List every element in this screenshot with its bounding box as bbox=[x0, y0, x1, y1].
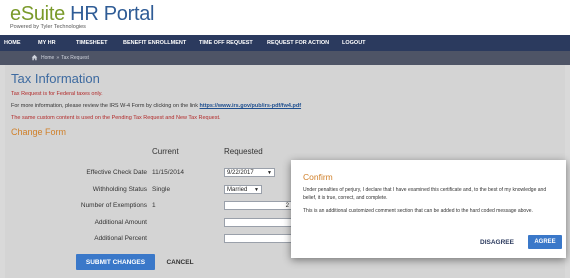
breadcrumb-current: Tax Request bbox=[61, 55, 89, 61]
effective-check-date-select[interactable]: 9/22/2017 ▼ bbox=[224, 168, 275, 177]
column-requested: Requested bbox=[224, 147, 263, 156]
federal-notice: Tax Request is for Federal taxes only. bbox=[11, 91, 103, 97]
section-title: Change Form bbox=[11, 127, 67, 137]
nav-logout[interactable]: LOGOUT bbox=[342, 40, 366, 46]
dialog-title: Confirm bbox=[303, 172, 333, 182]
info-text: For more information, please review the … bbox=[11, 103, 200, 109]
column-current: Current bbox=[152, 147, 179, 156]
effective-check-date-value: 9/22/2017 bbox=[227, 169, 254, 176]
nav-request-for-action[interactable]: REQUEST FOR ACTION bbox=[267, 40, 329, 46]
page-title: Tax Information bbox=[11, 71, 100, 86]
logo[interactable]: eSuite HR Portal Powered by Tyler Techno… bbox=[10, 4, 154, 31]
chevron-down-icon: ▼ bbox=[254, 186, 259, 193]
additional-percent-label: Additional Percent bbox=[94, 235, 147, 242]
submit-changes-button[interactable]: SUBMIT CHANGES bbox=[76, 254, 155, 270]
exemptions-current: 1 bbox=[152, 202, 156, 209]
withholding-status-label: Withholding Status bbox=[92, 186, 147, 193]
agree-button[interactable]: AGREE bbox=[528, 235, 562, 249]
withholding-status-value: Married bbox=[227, 186, 248, 193]
header: eSuite HR Portal Powered by Tyler Techno… bbox=[0, 0, 570, 35]
additional-percent-input[interactable] bbox=[224, 234, 292, 243]
nav-time-off-request[interactable]: TIME OFF REQUEST bbox=[199, 40, 253, 46]
nav-home[interactable]: HOME bbox=[4, 40, 21, 46]
additional-amount-input[interactable] bbox=[224, 218, 292, 227]
withholding-status-select[interactable]: Married ▼ bbox=[224, 185, 262, 194]
nav-benefit-enrollment[interactable]: BENEFIT ENROLLMENT bbox=[123, 40, 186, 46]
breadcrumb-trail: Home» Tax Request bbox=[41, 55, 89, 61]
custom-notice: The same custom content is used on the P… bbox=[11, 115, 221, 121]
logo-title: eSuite HR Portal bbox=[10, 3, 155, 25]
dialog-declaration: Under penalties of perjury, I declare th… bbox=[303, 187, 547, 201]
effective-check-date-label: Effective Check Date bbox=[86, 169, 147, 176]
effective-check-date-current: 11/15/2014 bbox=[152, 169, 185, 176]
info-message: For more information, please review the … bbox=[11, 103, 301, 109]
powered-by: Powered by Tyler Technologies bbox=[10, 24, 86, 30]
main-nav: HOME MY HR TIMESHEET BENEFIT ENROLLMENT … bbox=[0, 35, 570, 51]
irs-form-link[interactable]: https://www.irs.gov/pub/irs-pdf/fw4.pdf bbox=[200, 103, 302, 109]
disagree-button[interactable]: DISAGREE bbox=[479, 235, 515, 249]
breadcrumb-separator: » bbox=[56, 55, 60, 61]
breadcrumb: Home» Tax Request bbox=[0, 51, 570, 65]
home-icon[interactable] bbox=[31, 54, 38, 61]
confirm-dialog: Confirm Under penalties of perjury, I de… bbox=[291, 160, 566, 258]
dialog-custom-comment: This is an additional customized comment… bbox=[303, 208, 533, 214]
withholding-status-current: Single bbox=[152, 186, 171, 193]
nav-timesheet[interactable]: TIMESHEET bbox=[76, 40, 107, 46]
breadcrumb-home[interactable]: Home bbox=[41, 55, 54, 61]
cancel-button[interactable]: CANCEL bbox=[161, 254, 199, 270]
nav-my-hr[interactable]: MY HR bbox=[38, 40, 56, 46]
additional-amount-label: Additional Amount bbox=[94, 219, 147, 226]
exemptions-input[interactable]: 2 bbox=[224, 201, 292, 210]
chevron-down-icon: ▼ bbox=[267, 169, 272, 176]
exemptions-label: Number of Exemptions bbox=[80, 202, 147, 209]
